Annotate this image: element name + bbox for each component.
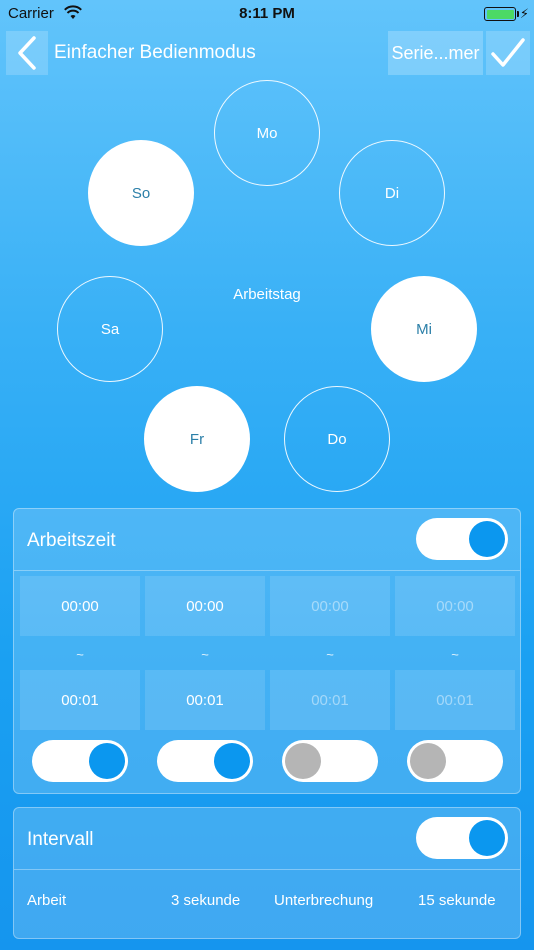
page-title: Einfacher Bedienmodus <box>54 42 256 63</box>
workday-label: Arbeitstag <box>233 286 301 303</box>
chevron-left-icon <box>18 36 36 70</box>
slot-1-separator: ~ <box>76 647 84 662</box>
work-label: Arbeit <box>27 892 67 909</box>
day-monday[interactable]: Mo <box>214 80 320 186</box>
slot-3-toggle[interactable] <box>282 740 378 782</box>
panel-divider <box>14 570 520 571</box>
interval-title: Intervall <box>27 829 94 850</box>
day-friday[interactable]: Fr <box>144 386 250 492</box>
toggle-knob <box>410 743 446 779</box>
slot-2-start[interactable]: 00:00 <box>145 576 265 636</box>
panel-divider <box>14 869 520 870</box>
slot-1-end[interactable]: 00:01 <box>20 670 140 730</box>
toggle-knob <box>469 521 505 557</box>
slot-4-separator: ~ <box>451 647 459 662</box>
toggle-knob <box>89 743 125 779</box>
slot-4-end[interactable]: 00:01 <box>395 670 515 730</box>
slot-4-start[interactable]: 00:00 <box>395 576 515 636</box>
slot-1-toggle[interactable] <box>32 740 128 782</box>
pause-duration-value[interactable]: 15 sekunde <box>418 892 496 909</box>
day-thursday[interactable]: Do <box>284 386 390 492</box>
slot-4-toggle[interactable] <box>407 740 503 782</box>
day-sunday[interactable]: So <box>88 140 194 246</box>
battery-tip <box>516 11 519 17</box>
checkmark-icon <box>491 38 525 67</box>
slot-3-end[interactable]: 00:01 <box>270 670 390 730</box>
clock: 8:11 PM <box>239 5 295 22</box>
confirm-button[interactable] <box>486 31 530 75</box>
battery-icon <box>484 7 516 21</box>
day-wednesday[interactable]: Mi <box>371 276 477 382</box>
interval-panel: Intervall <box>13 807 521 939</box>
work-duration-value[interactable]: 3 sekunde <box>171 892 240 909</box>
slot-2-end[interactable]: 00:01 <box>145 670 265 730</box>
work-time-panel: Arbeitszeit 00:00 00:00 00:00 00:00 ~ ~ … <box>13 508 521 794</box>
day-tuesday[interactable]: Di <box>339 140 445 246</box>
toggle-knob <box>285 743 321 779</box>
pause-label: Unterbrechung <box>274 892 374 909</box>
charging-icon: ⚡ <box>519 6 529 21</box>
work-time-toggle[interactable] <box>416 518 508 560</box>
series-timer-button[interactable]: Serie...mer <box>388 31 483 75</box>
work-time-title: Arbeitszeit <box>27 530 116 551</box>
slot-2-toggle[interactable] <box>157 740 253 782</box>
slot-3-separator: ~ <box>326 647 334 662</box>
toggle-knob <box>214 743 250 779</box>
interval-toggle[interactable] <box>416 817 508 859</box>
slot-2-separator: ~ <box>201 647 209 662</box>
slot-1-start[interactable]: 00:00 <box>20 576 140 636</box>
toggle-knob <box>469 820 505 856</box>
day-saturday[interactable]: Sa <box>57 276 163 382</box>
status-bar: Carrier 8:11 PM ⚡ <box>0 0 534 28</box>
back-button[interactable] <box>6 31 48 75</box>
slot-3-start[interactable]: 00:00 <box>270 576 390 636</box>
